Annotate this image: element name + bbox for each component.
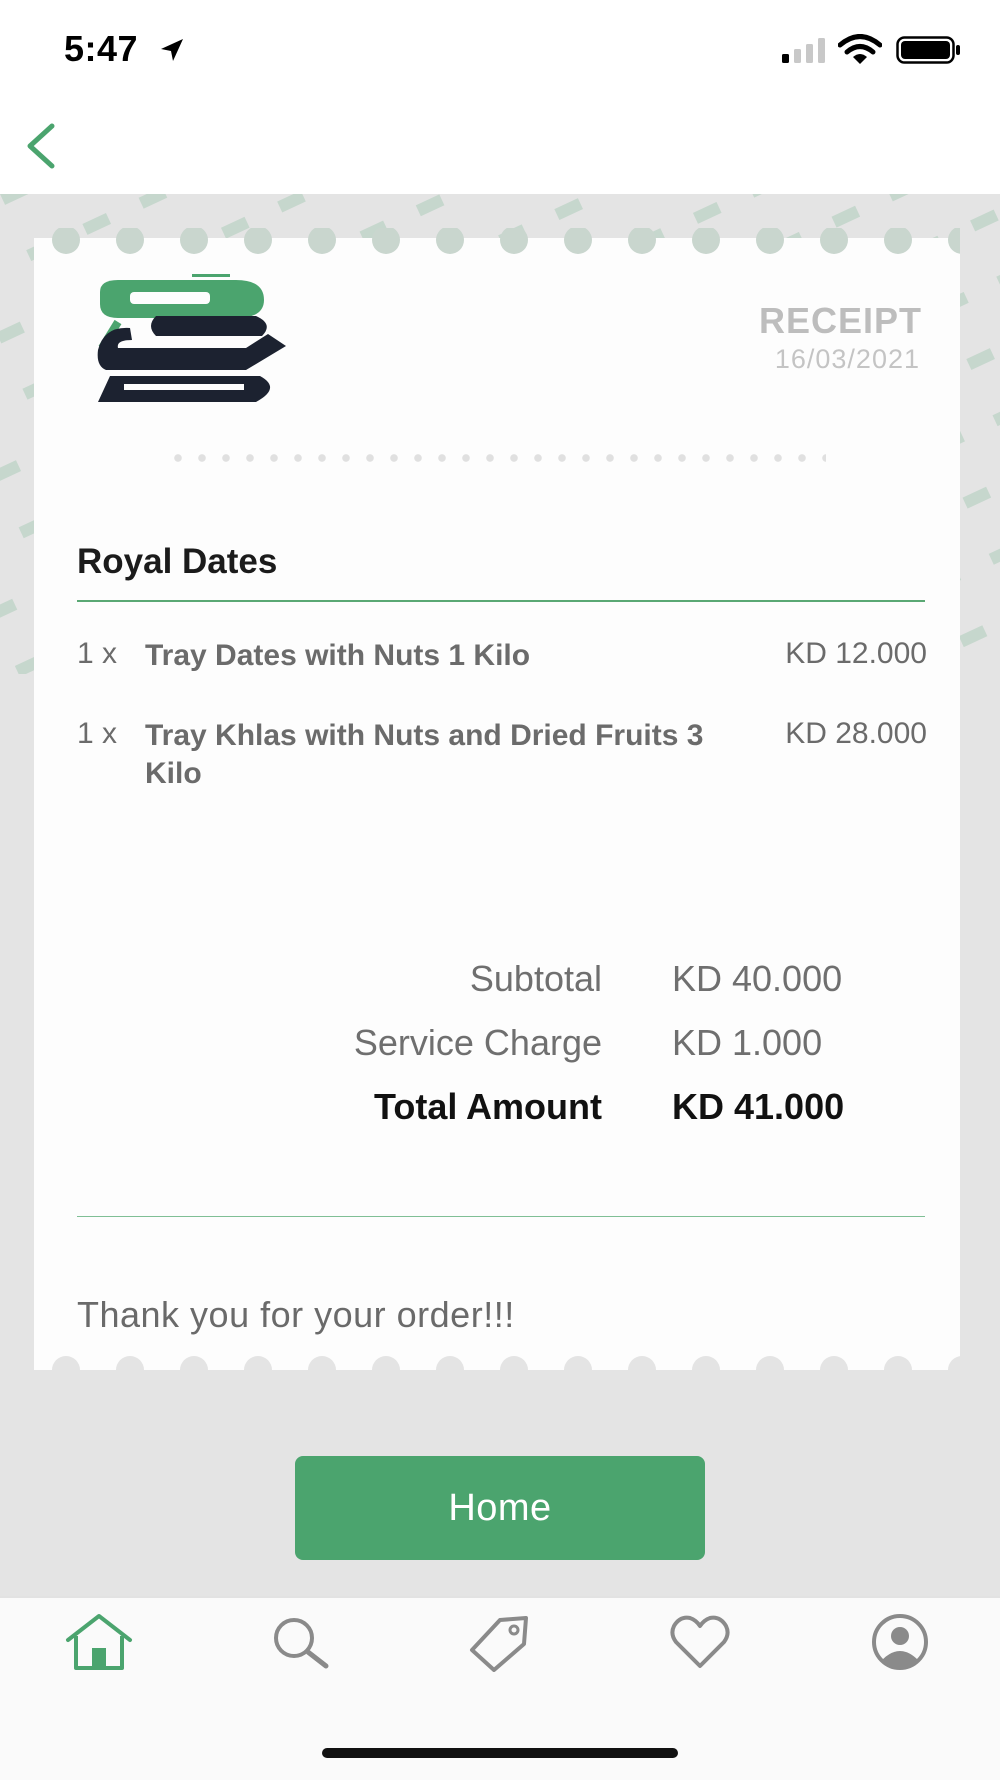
- heart-icon[interactable]: [668, 1612, 732, 1672]
- home-indicator: [322, 1748, 678, 1758]
- service-charge-value: KD 1.000: [672, 1022, 823, 1063]
- subtotal-value: KD 40.000: [672, 958, 843, 999]
- thank-you-message: Thank you for your order!!!: [77, 1294, 515, 1335]
- account-icon[interactable]: [868, 1612, 932, 1672]
- back-chevron-icon[interactable]: [18, 118, 66, 174]
- home-icon[interactable]: [64, 1612, 134, 1672]
- status-bar: 5:47: [0, 0, 1000, 100]
- item-price: KD 12.000: [785, 637, 927, 670]
- tag-icon[interactable]: [466, 1612, 532, 1672]
- receipt-date: 16/03/2021: [774, 344, 920, 374]
- total-amount-label: Total Amount: [374, 1086, 602, 1127]
- service-charge-label: Service Charge: [353, 1022, 602, 1063]
- divider: [77, 1216, 925, 1217]
- divider: [77, 600, 925, 602]
- receipt-card: [34, 248, 960, 1358]
- cellular-signal-icon: [782, 38, 825, 63]
- home-button[interactable]: Home: [295, 1456, 705, 1560]
- status-time: 5:47: [64, 28, 139, 69]
- item-name: Tray Dates with Nuts 1 Kilo: [145, 639, 531, 672]
- store-name: Royal Dates: [77, 542, 278, 581]
- subtotal-label: Subtotal: [469, 958, 602, 999]
- total-amount-value: KD 41.000: [672, 1086, 845, 1127]
- store-logo: [97, 274, 287, 402]
- receipt-title: RECEIPT: [758, 300, 922, 341]
- item-quantity: 1 x: [77, 717, 118, 750]
- battery-icon: [896, 36, 960, 64]
- item-name: Tray Khlas with Nuts and Dried Fruits 3 …: [145, 719, 704, 790]
- receipt-top-edge: [34, 228, 960, 256]
- search-icon[interactable]: [268, 1612, 332, 1672]
- item-price: KD 28.000: [785, 717, 927, 750]
- dotted-separator: [166, 454, 826, 462]
- receipt-bottom-edge: [34, 1352, 960, 1380]
- nav-bar: [0, 100, 1000, 194]
- location-arrow-icon: [161, 39, 183, 61]
- wifi-icon: [838, 34, 882, 64]
- item-quantity: 1 x: [77, 637, 118, 670]
